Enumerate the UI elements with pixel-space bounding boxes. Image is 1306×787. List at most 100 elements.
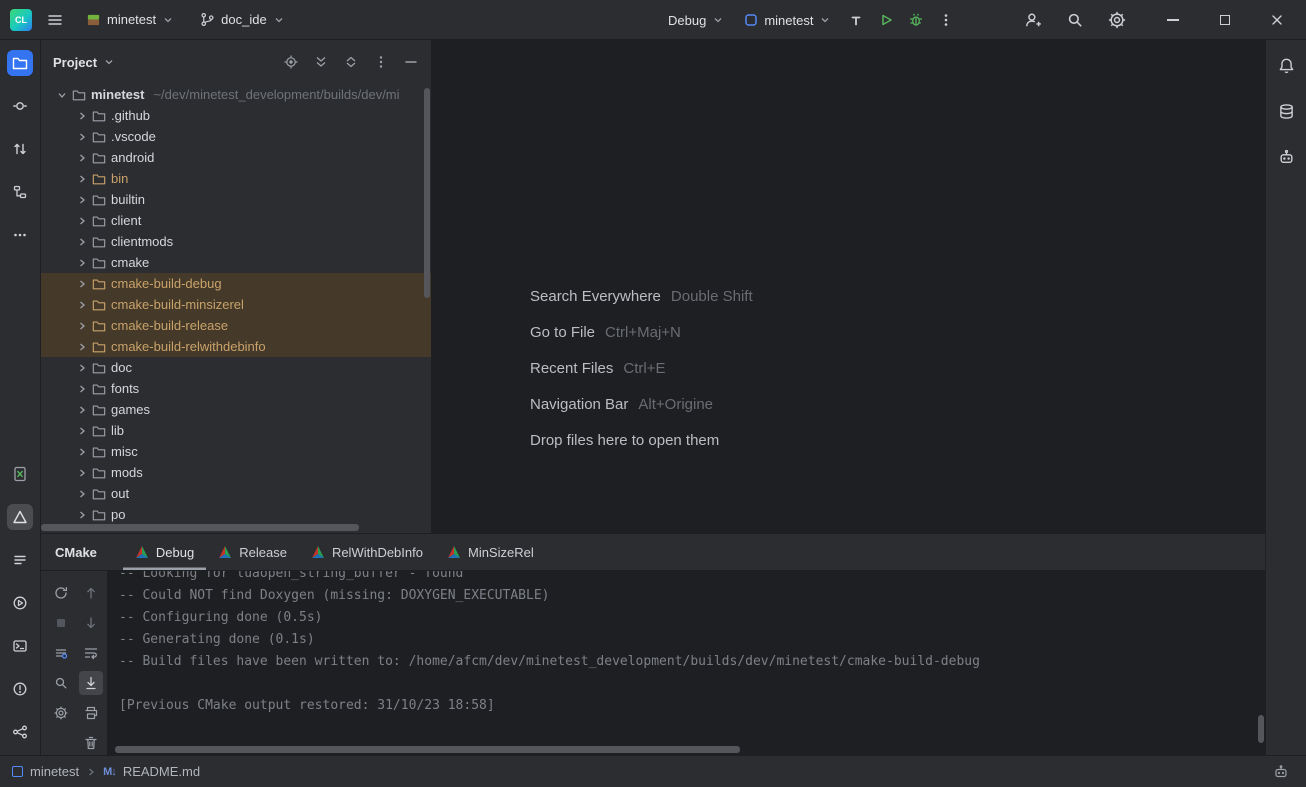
cmake-tab[interactable]: Release [206,534,299,570]
hide-panel-icon[interactable] [403,54,419,70]
build-type-selector[interactable]: Debug [660,8,732,33]
more-actions-button[interactable] [933,7,959,33]
tree-row[interactable]: out [41,483,431,504]
tool-structure-button[interactable] [7,179,33,205]
more-vertical-icon[interactable] [373,54,389,70]
tool-cmake-button[interactable] [7,504,33,530]
breadcrumb-project[interactable]: minetest [30,764,79,779]
chevron-collapsed-icon[interactable] [77,279,87,289]
ai-assistant-status-button[interactable] [1268,759,1294,785]
cmake-tab[interactable]: Debug [123,534,206,570]
collapse-all-icon[interactable] [343,54,359,70]
tree-row[interactable]: cmake-build-release [41,315,431,336]
debug-button[interactable] [903,7,929,33]
tree-root-row[interactable]: minetest ~/dev/minetest_development/buil… [41,84,431,105]
tree-row[interactable]: misc [41,441,431,462]
tool-commit-button[interactable] [7,93,33,119]
run-button[interactable] [873,7,899,33]
code-with-me-button[interactable] [1020,7,1046,33]
chevron-collapsed-icon[interactable] [77,468,87,478]
tree-row[interactable]: lib [41,420,431,441]
tree-row[interactable]: client [41,210,431,231]
tree-row[interactable]: fonts [41,378,431,399]
cmake-tab[interactable]: MinSizeRel [435,534,546,570]
soft-wrap-button[interactable] [79,641,103,665]
run-configuration-selector[interactable]: minetest [736,8,839,33]
chevron-collapsed-icon[interactable] [77,384,87,394]
tree-row[interactable]: cmake-build-relwithdebinfo [41,336,431,357]
tool-project-button[interactable] [7,50,33,76]
tree-row[interactable]: cmake-build-minsizerel [41,294,431,315]
chevron-collapsed-icon[interactable] [77,258,87,268]
stop-button[interactable] [49,611,73,635]
chevron-collapsed-icon[interactable] [77,363,87,373]
console-settings-button[interactable] [49,701,73,725]
tree-row[interactable]: doc [41,357,431,378]
maximize-button[interactable] [1212,7,1238,33]
chevron-down-icon[interactable] [103,56,115,68]
tool-x-file-button[interactable] [7,461,33,487]
print-button[interactable] [79,701,103,725]
project-horizontal-scrollbar[interactable] [41,524,359,531]
tool-terminal-button[interactable] [7,633,33,659]
chevron-collapsed-icon[interactable] [77,195,87,205]
locate-file-icon[interactable] [283,54,299,70]
tree-row[interactable]: po [41,504,431,525]
next-message-button[interactable] [79,611,103,635]
project-panel-title[interactable]: Project [53,55,97,70]
search-everywhere-button[interactable] [1062,7,1088,33]
cmake-settings-button[interactable] [49,641,73,665]
tree-row[interactable]: builtin [41,189,431,210]
tool-version-control-button[interactable] [7,719,33,745]
build-button[interactable] [843,7,869,33]
chevron-collapsed-icon[interactable] [77,447,87,457]
minimize-button[interactable] [1160,7,1186,33]
chevron-collapsed-icon[interactable] [77,153,87,163]
chevron-collapsed-icon[interactable] [77,489,87,499]
notifications-button[interactable] [1273,52,1299,78]
main-menu-button[interactable] [42,7,68,33]
chevron-collapsed-icon[interactable] [77,216,87,226]
tool-run-button[interactable] [7,590,33,616]
chevron-collapsed-icon[interactable] [77,174,87,184]
tree-row[interactable]: .vscode [41,126,431,147]
vcs-branch-widget[interactable]: doc_ide [192,7,293,32]
tree-row[interactable]: .github [41,105,431,126]
tool-problems-button[interactable] [7,676,33,702]
tree-row[interactable]: bin [41,168,431,189]
tool-more-button[interactable] [7,222,33,248]
tree-row[interactable]: clientmods [41,231,431,252]
tool-pull-requests-button[interactable] [7,136,33,162]
close-button[interactable] [1264,7,1290,33]
chevron-collapsed-icon[interactable] [77,111,87,121]
cmake-console[interactable]: -- Looking for luaopen_string_buffer - f… [107,571,1265,755]
chevron-collapsed-icon[interactable] [77,342,87,352]
open-in-editor-button[interactable] [49,671,73,695]
console-vertical-scrollbar[interactable] [1258,715,1264,743]
ai-assistant-button[interactable] [1273,144,1299,170]
chevron-collapsed-icon[interactable] [77,426,87,436]
tool-todo-button[interactable] [7,547,33,573]
breadcrumb-file[interactable]: README.md [123,764,200,779]
expand-all-icon[interactable] [313,54,329,70]
tree-row[interactable]: games [41,399,431,420]
chevron-expanded-icon[interactable] [57,90,67,100]
project-widget[interactable]: minetest [78,7,182,32]
cmake-tab[interactable]: RelWithDebInfo [299,534,435,570]
chevron-collapsed-icon[interactable] [77,510,87,520]
chevron-collapsed-icon[interactable] [77,237,87,247]
tree-row[interactable]: android [41,147,431,168]
tree-row[interactable]: mods [41,462,431,483]
reload-cmake-button[interactable] [49,581,73,605]
database-button[interactable] [1273,98,1299,124]
scroll-to-end-button[interactable] [79,671,103,695]
prev-message-button[interactable] [79,581,103,605]
chevron-collapsed-icon[interactable] [77,132,87,142]
project-vertical-scrollbar[interactable] [424,88,430,298]
settings-button[interactable] [1104,7,1130,33]
chevron-collapsed-icon[interactable] [77,405,87,415]
chevron-collapsed-icon[interactable] [77,300,87,310]
clear-all-button[interactable] [79,731,103,755]
console-horizontal-scrollbar[interactable] [115,746,740,753]
tree-row[interactable]: cmake [41,252,431,273]
